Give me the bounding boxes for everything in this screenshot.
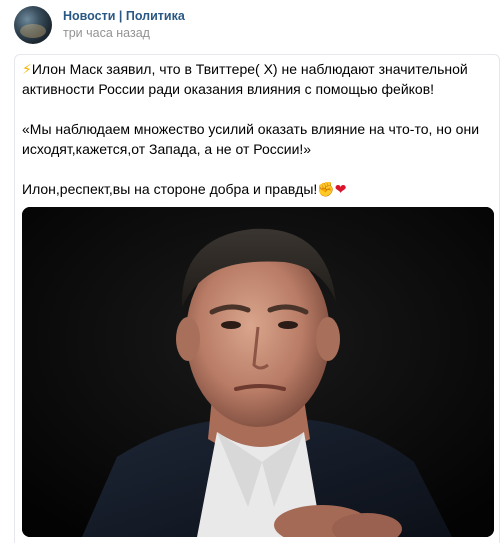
- post-photo[interactable]: [22, 207, 494, 537]
- lightning-icon: ⚡: [22, 61, 32, 77]
- post-text: ⚡Илон Маск заявил, что в Твиттере( X) не…: [22, 59, 494, 199]
- post-time[interactable]: три часа назад: [63, 24, 185, 42]
- avatar[interactable]: [14, 6, 52, 44]
- post-meta: Новости | Политика три часа назад: [63, 8, 185, 42]
- portrait-photo: [22, 207, 494, 537]
- paragraph-3-text: Илон,респект,вы на стороне добра и правд…: [22, 181, 318, 197]
- author-name[interactable]: Новости | Политика: [63, 8, 185, 24]
- post-paragraph-3: Илон,респект,вы на стороне добра и правд…: [22, 179, 494, 199]
- post-header: Новости | Политика три часа назад: [14, 5, 185, 45]
- post-card: Новости | Политика три часа назад ⚡Илон …: [0, 0, 500, 543]
- heart-icon: ❤: [334, 181, 347, 197]
- raised-fist-icon: ✊: [317, 181, 335, 197]
- post-paragraph-1: ⚡Илон Маск заявил, что в Твиттере( X) не…: [22, 59, 494, 99]
- paragraph-1-text: Илон Маск заявил, что в Твиттере( X) не …: [22, 61, 468, 97]
- post-paragraph-2: «Мы наблюдаем множество усилий оказать в…: [22, 121, 480, 157]
- post-content: ⚡Илон Маск заявил, что в Твиттере( X) не…: [14, 54, 500, 543]
